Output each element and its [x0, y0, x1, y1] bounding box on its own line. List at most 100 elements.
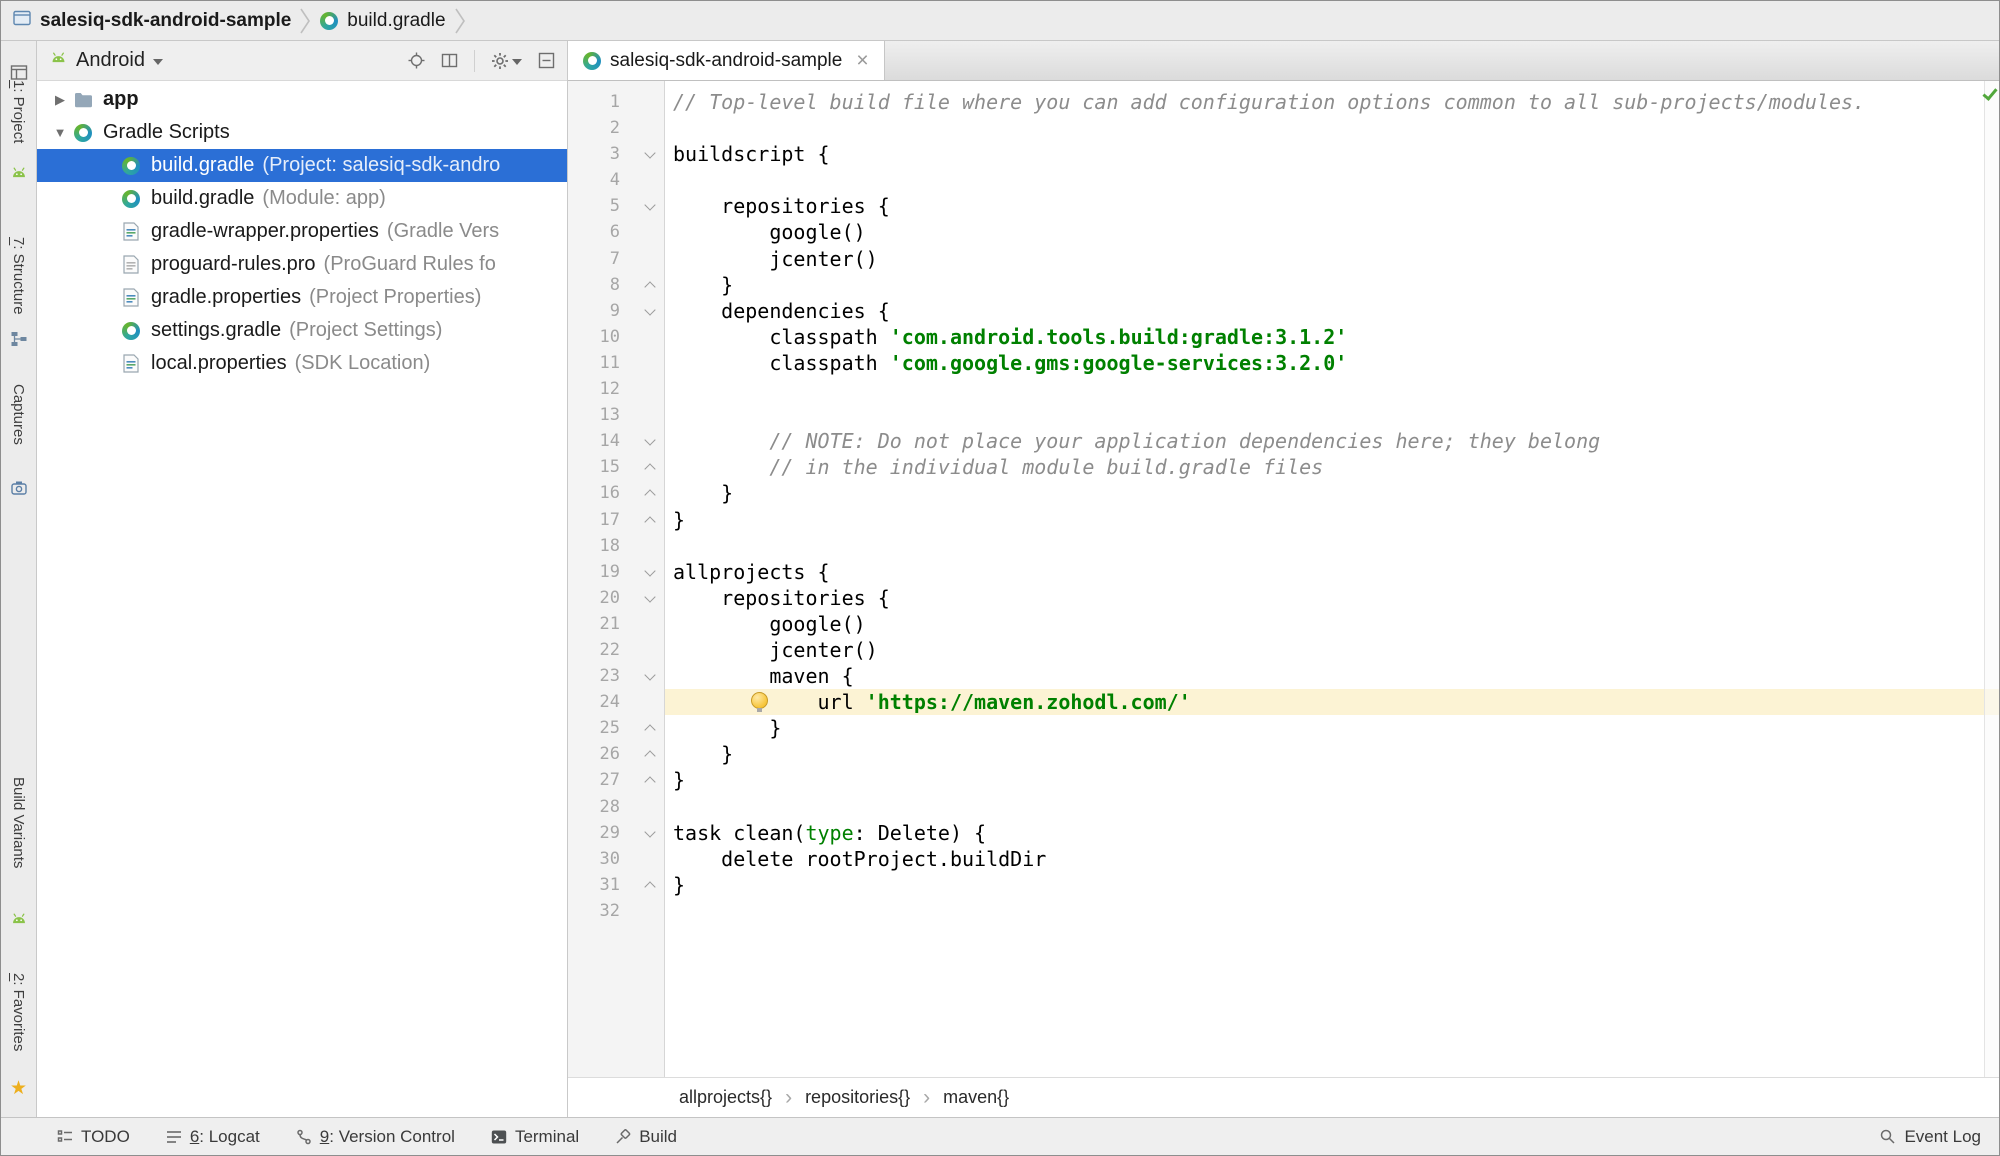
star-icon[interactable]: ★ [9, 1079, 28, 1098]
stripe-build-variants-button[interactable]: Build Variants [10, 777, 27, 868]
code-line-4[interactable] [665, 167, 1999, 193]
fold-marker-icon[interactable] [645, 462, 656, 473]
android-icon[interactable] [9, 910, 28, 929]
breadcrumb-item[interactable]: maven{} [943, 1087, 1009, 1108]
fold-marker-icon[interactable] [645, 488, 656, 499]
code-line-6[interactable]: google() [665, 219, 1999, 245]
close-tab-icon[interactable]: × [856, 50, 868, 71]
android-icon[interactable] [9, 164, 28, 183]
captures-icon[interactable] [9, 479, 28, 498]
stripe-favorites-button[interactable]: 2: Favorites [10, 973, 27, 1051]
code-line-13[interactable] [665, 402, 1999, 428]
status-version-control-button[interactable]: 9: Version Control [296, 1127, 455, 1147]
code-line-11[interactable]: classpath 'com.google.gms:google-service… [665, 350, 1999, 376]
view-selector[interactable]: Android [76, 49, 145, 72]
code-line-17[interactable]: } [665, 507, 1999, 533]
code-line-23[interactable]: maven { [665, 663, 1999, 689]
code-editor[interactable]: 1234567891011121314151617181920212223242… [568, 81, 1999, 1077]
stripe-structure-button[interactable]: 7: Structure [10, 237, 27, 315]
expand-arrow-icon[interactable]: ▶ [47, 92, 73, 108]
project-tool-window: Android [37, 41, 568, 1117]
tree-item-local-properties[interactable]: local.properties(SDK Location) [37, 347, 567, 380]
collapse-arrow-icon[interactable]: ▼ [47, 125, 73, 140]
code-line-25[interactable]: } [665, 715, 1999, 741]
breadcrumb-item[interactable]: allprojects{} [679, 1087, 772, 1108]
code-line-20[interactable]: repositories { [665, 585, 1999, 611]
tree-item-build-gradle[interactable]: build.gradle(Project: salesiq-sdk-andro [37, 149, 567, 182]
code-line-5[interactable]: repositories { [665, 193, 1999, 219]
breadcrumb-separator-icon: › [923, 1087, 930, 1108]
breadcrumb-file[interactable]: build.gradle [347, 10, 445, 32]
fold-marker-icon[interactable] [645, 149, 656, 160]
stripe-captures-button[interactable]: Captures [10, 384, 27, 445]
code-line-15[interactable]: // in the individual module build.gradle… [665, 454, 1999, 480]
fold-marker-icon[interactable] [645, 880, 656, 891]
line-number: 22 [568, 637, 620, 663]
code-line-7[interactable]: jcenter() [665, 246, 1999, 272]
fold-marker-icon[interactable] [645, 723, 656, 734]
line-number: 32 [568, 898, 620, 924]
breadcrumb-project[interactable]: salesiq-sdk-android-sample [40, 10, 291, 32]
tree-item-app[interactable]: ▶app [37, 83, 567, 116]
code-line-30[interactable]: delete rootProject.buildDir [665, 846, 1999, 872]
status-build-button[interactable]: Build [615, 1127, 677, 1147]
settings-button[interactable] [491, 52, 522, 70]
tree-item-build-gradle[interactable]: build.gradle(Module: app) [37, 182, 567, 215]
editor-scrollbar[interactable] [1984, 81, 1999, 1077]
intention-bulb-icon[interactable] [751, 692, 768, 709]
fold-marker-icon[interactable] [645, 593, 656, 604]
code-pane[interactable]: // Top-level build file where you can ad… [665, 81, 1999, 1077]
status-terminal-button[interactable]: Terminal [491, 1127, 579, 1147]
structure-icon[interactable] [9, 329, 28, 348]
fold-marker-icon[interactable] [645, 306, 656, 317]
code-line-24[interactable]: url 'https://maven.zohodl.com/' [665, 689, 1999, 715]
code-line-27[interactable]: } [665, 767, 1999, 793]
fold-marker-icon[interactable] [645, 567, 656, 578]
code-line-3[interactable]: buildscript { [665, 141, 1999, 167]
properties-icon [121, 222, 141, 242]
locate-file-button[interactable] [408, 52, 425, 69]
code-line-10[interactable]: classpath 'com.android.tools.build:gradl… [665, 324, 1999, 350]
code-line-12[interactable] [665, 376, 1999, 402]
tree-item-secondary: (Gradle Vers [387, 220, 499, 243]
code-line-29[interactable]: task clean(type: Delete) { [665, 820, 1999, 846]
tree-item-gradle-scripts[interactable]: ▼Gradle Scripts [37, 116, 567, 149]
editor-tab[interactable]: salesiq-sdk-android-sample × [568, 41, 885, 80]
stripe-project-button[interactable]: 1: Project [10, 80, 27, 143]
code-line-31[interactable]: } [665, 872, 1999, 898]
event-log-button[interactable]: Event Log [1879, 1127, 1981, 1147]
status-todo-button[interactable]: TODO [57, 1127, 130, 1147]
fold-marker-icon[interactable] [645, 515, 656, 526]
fold-marker-icon[interactable] [645, 775, 656, 786]
code-line-26[interactable]: } [665, 741, 1999, 767]
collapse-all-button[interactable] [538, 52, 555, 69]
split-panel-button[interactable] [441, 52, 458, 69]
tree-item-gradle-properties[interactable]: gradle.properties(Project Properties) [37, 281, 567, 314]
fold-marker-icon[interactable] [645, 671, 656, 682]
status-logcat-button[interactable]: 6: Logcat [166, 1127, 260, 1147]
code-line-14[interactable]: // NOTE: Do not place your application d… [665, 428, 1999, 454]
breadcrumb-item[interactable]: repositories{} [805, 1087, 910, 1108]
tree-item-settings-gradle[interactable]: settings.gradle(Project Settings) [37, 314, 567, 347]
code-line-22[interactable]: jcenter() [665, 637, 1999, 663]
code-line-1[interactable]: // Top-level build file where you can ad… [665, 89, 1999, 115]
code-line-16[interactable]: } [665, 480, 1999, 506]
code-line-8[interactable]: } [665, 272, 1999, 298]
code-line-32[interactable] [665, 898, 1999, 924]
fold-marker-icon[interactable] [645, 280, 656, 291]
code-line-18[interactable] [665, 533, 1999, 559]
tree-item-proguard-rules-pro[interactable]: proguard-rules.pro(ProGuard Rules fo [37, 248, 567, 281]
code-line-28[interactable] [665, 794, 1999, 820]
fold-marker-icon[interactable] [645, 436, 656, 447]
code-line-21[interactable]: google() [665, 611, 1999, 637]
fold-marker-icon[interactable] [645, 749, 656, 760]
tree-item-label: local.properties [151, 352, 287, 375]
status-version-control-label: 9: Version Control [320, 1127, 455, 1147]
code-line-19[interactable]: allprojects { [665, 559, 1999, 585]
fold-marker-icon[interactable] [645, 828, 656, 839]
gutter-row: 24 [568, 689, 664, 715]
code-line-2[interactable] [665, 115, 1999, 141]
tree-item-gradle-wrapper-properties[interactable]: gradle-wrapper.properties(Gradle Vers [37, 215, 567, 248]
fold-marker-icon[interactable] [645, 201, 656, 212]
code-line-9[interactable]: dependencies { [665, 298, 1999, 324]
